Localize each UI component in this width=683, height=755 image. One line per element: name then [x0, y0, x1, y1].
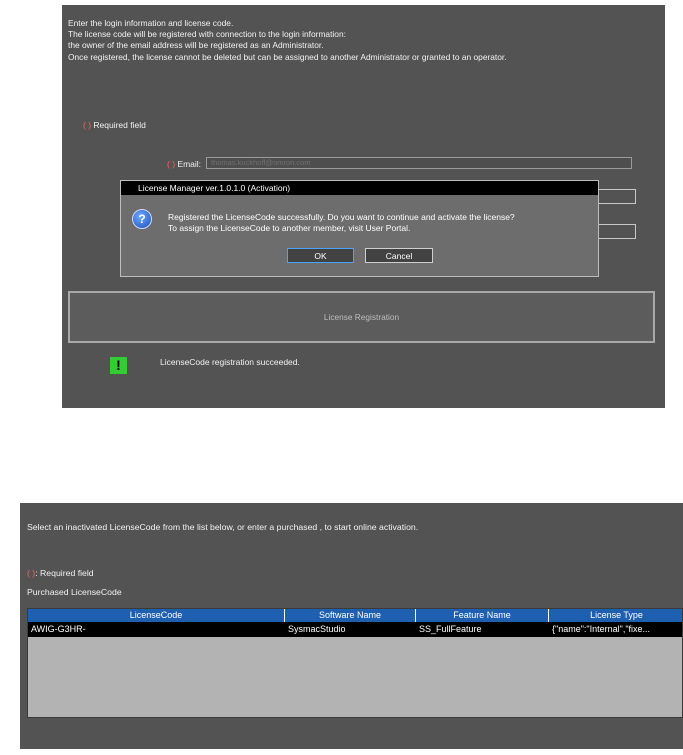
column-header-licensecode[interactable]: LicenseCode: [28, 609, 285, 622]
activation-dialog: License Manager ver.1.0.1.0 (Activation)…: [120, 180, 599, 277]
cell-licensecode: AWIG-G3HR-: [31, 624, 86, 634]
cell-software-name: SysmacStudio: [288, 624, 346, 634]
email-field[interactable]: [206, 157, 632, 169]
required-label: Required field: [91, 120, 146, 130]
activation-instruction: Select an inactivated LicenseCode from t…: [27, 522, 419, 532]
intro-line: Once registered, the license cannot be d…: [68, 51, 507, 62]
purchased-licensecode-label: Purchased LicenseCode: [27, 587, 122, 597]
cell-license-type: {"name":"Internal","fixe...: [552, 624, 651, 634]
required-marker: ( ): [83, 120, 92, 130]
required-marker: ( ): [27, 568, 36, 578]
intro-line: Enter the login information and license …: [68, 18, 234, 28]
success-message: LicenseCode registration succeeded.: [160, 357, 300, 367]
cancel-button[interactable]: Cancel: [365, 248, 433, 263]
column-header-software-name[interactable]: Software Name: [285, 609, 416, 622]
column-header-license-type[interactable]: License Type: [549, 609, 682, 622]
email-label: ( ) Email:: [167, 159, 201, 169]
license-code-field[interactable]: [598, 189, 636, 204]
table-row[interactable]: AWIG-G3HR- SysmacStudio SS_FullFeature {…: [28, 622, 682, 637]
table-header: LicenseCode Software Name Feature Name L…: [28, 609, 682, 622]
dialog-message-line: To assign the LicenseCode to another mem…: [168, 222, 411, 233]
intro-line: the owner of the email address will be r…: [68, 40, 324, 51]
required-label: : Required field: [35, 568, 94, 578]
cell-feature-name: SS_FullFeature: [419, 624, 482, 634]
intro-line: The license code will be registered with…: [68, 29, 346, 40]
email-label-text: Email:: [177, 159, 202, 169]
dialog-title[interactable]: License Manager ver.1.0.1.0 (Activation): [121, 181, 598, 195]
question-icon: ?: [132, 209, 152, 229]
dialog-message-line: Registered the LicenseCode successfully.…: [168, 212, 515, 222]
dialog-message: Registered the LicenseCode successfully.…: [168, 212, 515, 233]
ok-button[interactable]: OK: [287, 248, 354, 263]
intro-text: Enter the login information and license …: [68, 18, 507, 63]
license-registration-button[interactable]: License Registration: [68, 291, 655, 343]
required-field-note: ( ): Required field: [27, 568, 94, 578]
license-registration-label: License Registration: [323, 312, 400, 322]
required-marker: ( ): [167, 159, 176, 169]
success-icon: !: [110, 357, 127, 374]
licensecode-table: LicenseCode Software Name Feature Name L…: [27, 608, 683, 718]
password-field[interactable]: [598, 224, 636, 239]
required-field-note: ( ) Required field: [83, 120, 146, 130]
column-header-feature-name[interactable]: Feature Name: [416, 609, 549, 622]
activation-panel: Select an inactivated LicenseCode from t…: [20, 503, 683, 749]
